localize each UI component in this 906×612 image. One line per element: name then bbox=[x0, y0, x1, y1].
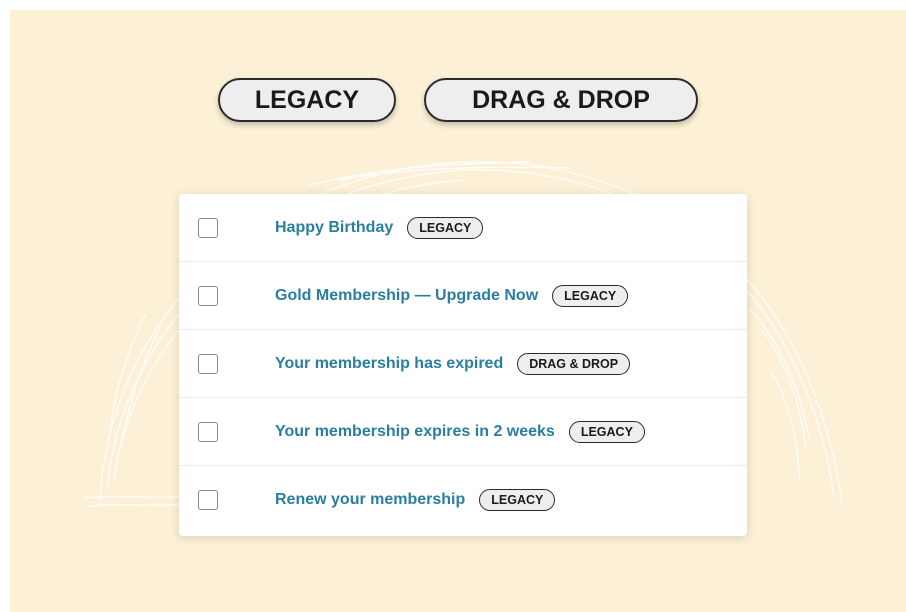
row-checkbox[interactable] bbox=[198, 217, 218, 238]
filter-legacy-button[interactable]: LEGACY bbox=[218, 78, 396, 122]
row-checkbox[interactable] bbox=[198, 353, 218, 374]
template-title-link[interactable]: Happy Birthday bbox=[275, 219, 393, 237]
template-type-badge: LEGACY bbox=[568, 420, 645, 443]
list-item: Renew your membership LEGACY bbox=[179, 466, 747, 534]
template-type-badge: LEGACY bbox=[407, 216, 484, 239]
row-checkbox[interactable] bbox=[198, 490, 218, 510]
list-item: Happy Birthday LEGACY bbox=[179, 194, 747, 262]
list-item: Your membership has expired DRAG & DROP bbox=[179, 330, 747, 398]
template-type-badge: DRAG & DROP bbox=[517, 352, 631, 375]
template-title-link[interactable]: Your membership has expired bbox=[275, 355, 503, 373]
canvas: LEGACY DRAG & DROP Happy Birthday LEGACY… bbox=[10, 10, 906, 612]
filter-drag-drop-button[interactable]: DRAG & DROP bbox=[424, 78, 698, 122]
row-checkbox[interactable] bbox=[198, 285, 218, 306]
row-checkbox[interactable] bbox=[198, 421, 218, 442]
template-type-badge: LEGACY bbox=[479, 489, 556, 511]
template-type-badge: LEGACY bbox=[552, 284, 629, 307]
template-list: Happy Birthday LEGACY Gold Membership — … bbox=[179, 194, 747, 536]
list-item: Gold Membership — Upgrade Now LEGACY bbox=[179, 262, 747, 330]
filter-bar: LEGACY DRAG & DROP bbox=[10, 78, 906, 122]
list-item: Your membership expires in 2 weeks LEGAC… bbox=[179, 398, 747, 466]
template-title-link[interactable]: Gold Membership — Upgrade Now bbox=[275, 287, 538, 305]
template-title-link[interactable]: Renew your membership bbox=[275, 491, 465, 509]
template-title-link[interactable]: Your membership expires in 2 weeks bbox=[275, 423, 555, 441]
